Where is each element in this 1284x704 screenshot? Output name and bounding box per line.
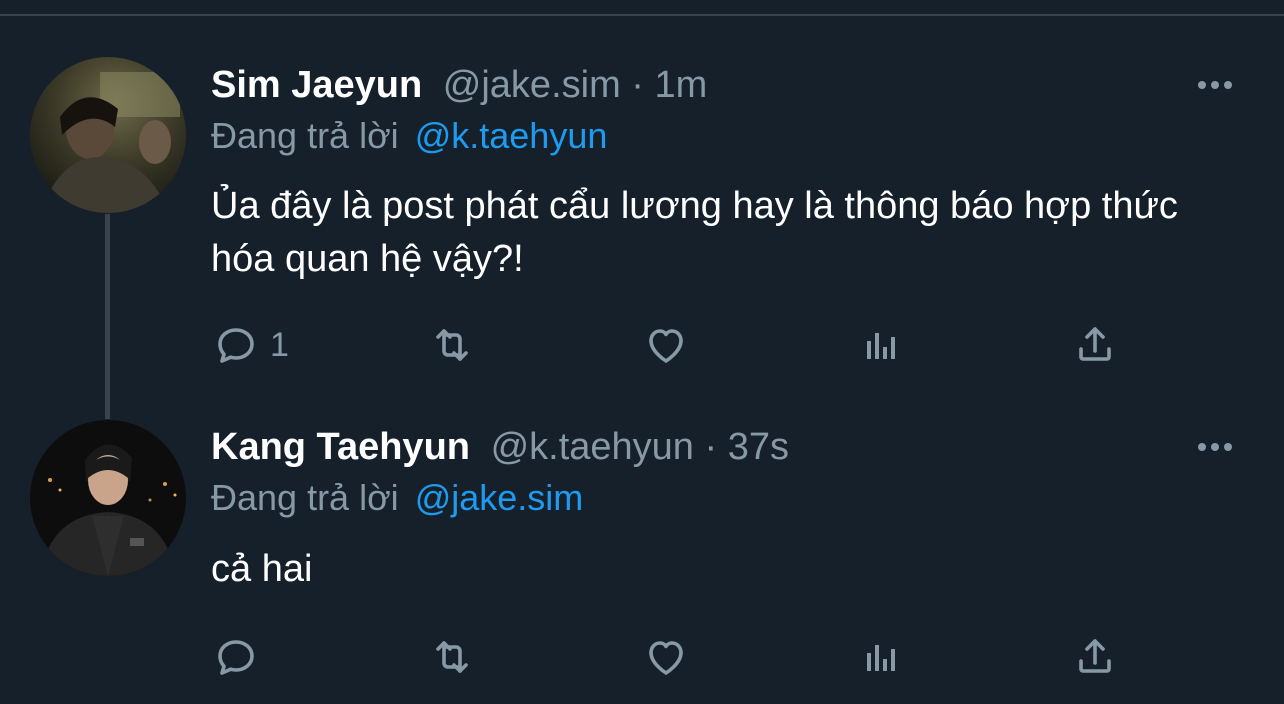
reply-icon bbox=[218, 640, 254, 675]
top-divider bbox=[0, 14, 1284, 16]
tweet-text: cả hai bbox=[211, 548, 313, 590]
reply-count: 1 bbox=[270, 325, 289, 364]
thread-connector-line bbox=[105, 214, 110, 419]
tweet-header: Sim Jaeyun @jake.sim · 1m bbox=[211, 60, 707, 110]
like-button[interactable] bbox=[642, 320, 690, 370]
display-name[interactable]: Sim Jaeyun bbox=[211, 64, 422, 106]
user-handle[interactable]: @k.taehyun bbox=[491, 426, 694, 468]
user-handle[interactable]: @jake.sim bbox=[443, 64, 621, 106]
share-icon bbox=[1079, 327, 1111, 361]
analytics-icon bbox=[867, 333, 895, 359]
avatar-photo-jake bbox=[30, 57, 186, 213]
tweet-header: Kang Taehyun @k.taehyun · 37s bbox=[211, 422, 789, 472]
timestamp[interactable]: 37s bbox=[728, 426, 789, 468]
analytics-button[interactable] bbox=[857, 320, 905, 370]
mention-link[interactable]: @jake.sim bbox=[415, 477, 584, 518]
mention-link[interactable]: @k.taehyun bbox=[415, 115, 608, 156]
avatar-jake[interactable] bbox=[30, 57, 186, 213]
share-button[interactable] bbox=[1071, 320, 1119, 370]
like-button[interactable] bbox=[642, 632, 690, 682]
reply-button[interactable]: 1 bbox=[212, 320, 289, 370]
analytics-button[interactable] bbox=[857, 632, 905, 682]
like-icon bbox=[649, 329, 683, 363]
retweet-icon bbox=[436, 641, 468, 673]
analytics-icon bbox=[867, 645, 895, 671]
timestamp[interactable]: 1m bbox=[655, 64, 708, 106]
separator-dot: · bbox=[704, 426, 728, 468]
tweet-actions bbox=[0, 632, 1284, 682]
replying-to-label: Đang trả lời bbox=[211, 115, 399, 156]
retweet-button[interactable] bbox=[428, 320, 476, 370]
more-icon[interactable] bbox=[1198, 75, 1242, 95]
tweet-actions: 1 bbox=[0, 320, 1284, 370]
replying-to: Đang trả lời @jake.sim bbox=[211, 474, 583, 522]
avatar-photo-taehyun bbox=[30, 420, 186, 576]
share-button[interactable] bbox=[1071, 632, 1119, 682]
display-name[interactable]: Kang Taehyun bbox=[211, 426, 470, 468]
retweet-button[interactable] bbox=[428, 632, 476, 682]
like-icon bbox=[649, 641, 683, 675]
share-icon bbox=[1079, 639, 1111, 673]
separator-dot: · bbox=[631, 64, 655, 106]
replying-to: Đang trả lời @k.taehyun bbox=[211, 112, 607, 160]
tweet-text: Ủa đây là post phát cẩu lương hay là thô… bbox=[211, 185, 1178, 280]
reply-button[interactable] bbox=[212, 632, 270, 682]
reply-icon bbox=[218, 328, 254, 363]
replying-to-label: Đang trả lời bbox=[211, 477, 399, 518]
more-icon[interactable] bbox=[1198, 437, 1242, 457]
retweet-icon bbox=[436, 329, 468, 361]
avatar-taehyun[interactable] bbox=[30, 420, 186, 576]
